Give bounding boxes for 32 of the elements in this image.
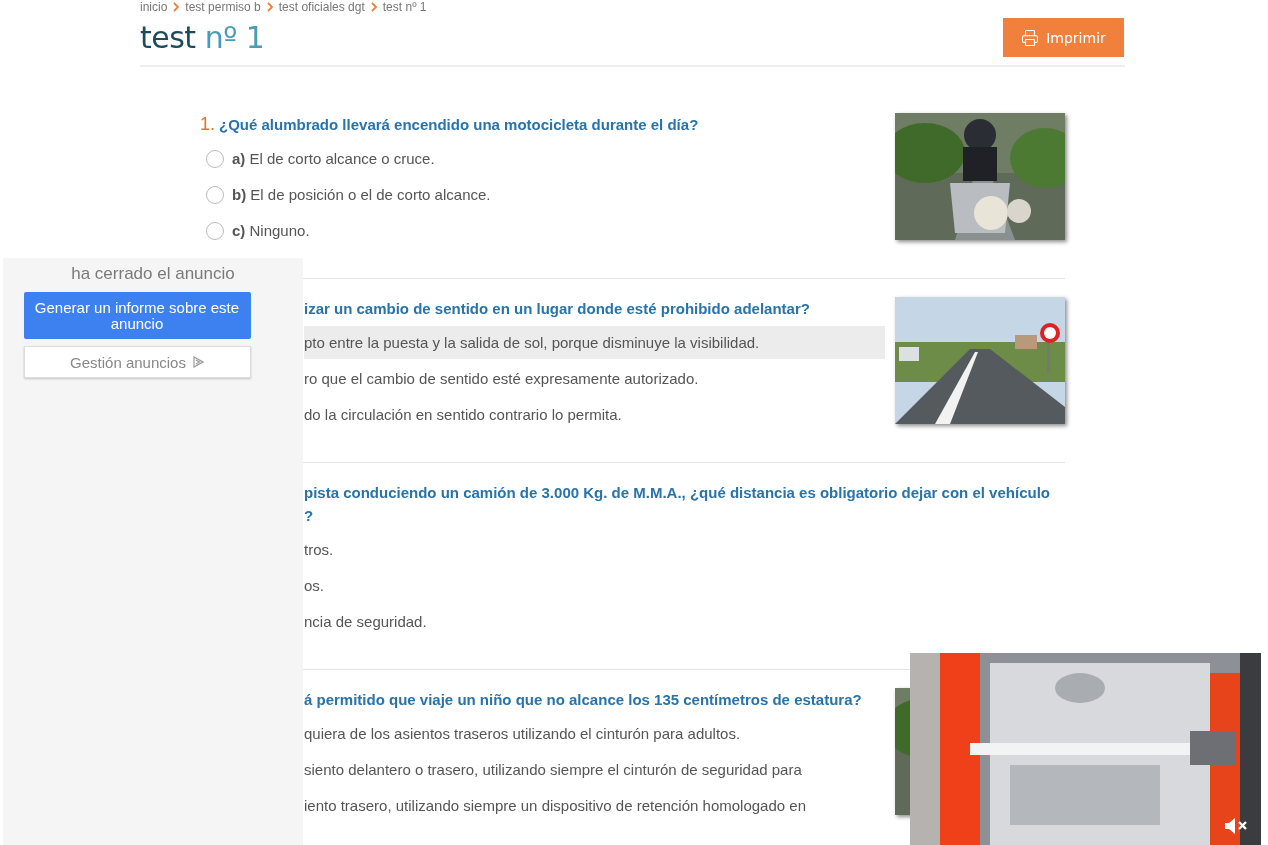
page-title: test nº 1: [140, 20, 265, 55]
question-text: izar un cambio de sentido en un lugar donde esté prohibido adelantar?: [304, 299, 811, 319]
answer-option[interactable]: ro que el cambio de sentido esté expresamente autorizado.: [304, 370, 699, 387]
answer-option[interactable]: b) El de posición o el de corto alcance.: [232, 186, 491, 203]
radio-button[interactable]: [206, 185, 224, 204]
breadcrumb-link[interactable]: inicio: [140, 0, 168, 14]
ad-notice: ha cerrado el anuncio: [71, 264, 235, 284]
report-ad-button[interactable]: Generar un informe sobre este anuncio: [23, 292, 251, 339]
breadcrumb-link[interactable]: test permiso b: [185, 0, 261, 14]
answer-option[interactable]: siento delantero o trasero, utilizando siempre el cinturón de seguridad para: [304, 761, 802, 778]
answer-option[interactable]: quiera de los asientos traseros utilizando el cinturón para adultos.: [304, 725, 741, 742]
mute-icon[interactable]: [1223, 816, 1249, 836]
answer-option[interactable]: tros.: [304, 541, 334, 558]
printer-icon: [1021, 28, 1040, 47]
manage-ads-button[interactable]: Gestión anuncios: [23, 346, 251, 378]
question-text: pista conduciendo un camión de 3.000 Kg. de M.M.A., ¿qué distancia es obligatorio dejar con el vehículo ?: [304, 483, 1051, 526]
answer-option[interactable]: a) El de corto alcance o cruce.: [232, 150, 435, 167]
triangle-icon: [191, 356, 204, 368]
question-text: 1. ¿Qué alumbrado llevará encendido una motocicleta durante el día?: [200, 113, 700, 136]
answer-option[interactable]: c) Ninguno.: [232, 222, 310, 239]
answer-option[interactable]: do la circulación en sentido contrario lo permita.: [304, 406, 622, 423]
breadcrumb-link[interactable]: test oficiales dgt: [278, 0, 365, 14]
chevron-icon: [370, 2, 377, 12]
answer-option[interactable]: os.: [304, 577, 324, 594]
radio-button[interactable]: [206, 221, 224, 240]
answer-option[interactable]: ncia de seguridad.: [304, 613, 427, 630]
answer-option[interactable]: iento trasero, utilizando siempre un dispositivo de retención homologado en: [304, 797, 806, 814]
radio-button[interactable]: [206, 149, 224, 168]
chevron-icon: [266, 2, 273, 12]
chevron-icon: [173, 2, 180, 12]
breadcrumb-link[interactable]: test nº 1: [382, 0, 427, 14]
question-text: á permitido que viaje un niño que no alcance los 135 centímetros de estatura?: [304, 690, 863, 710]
